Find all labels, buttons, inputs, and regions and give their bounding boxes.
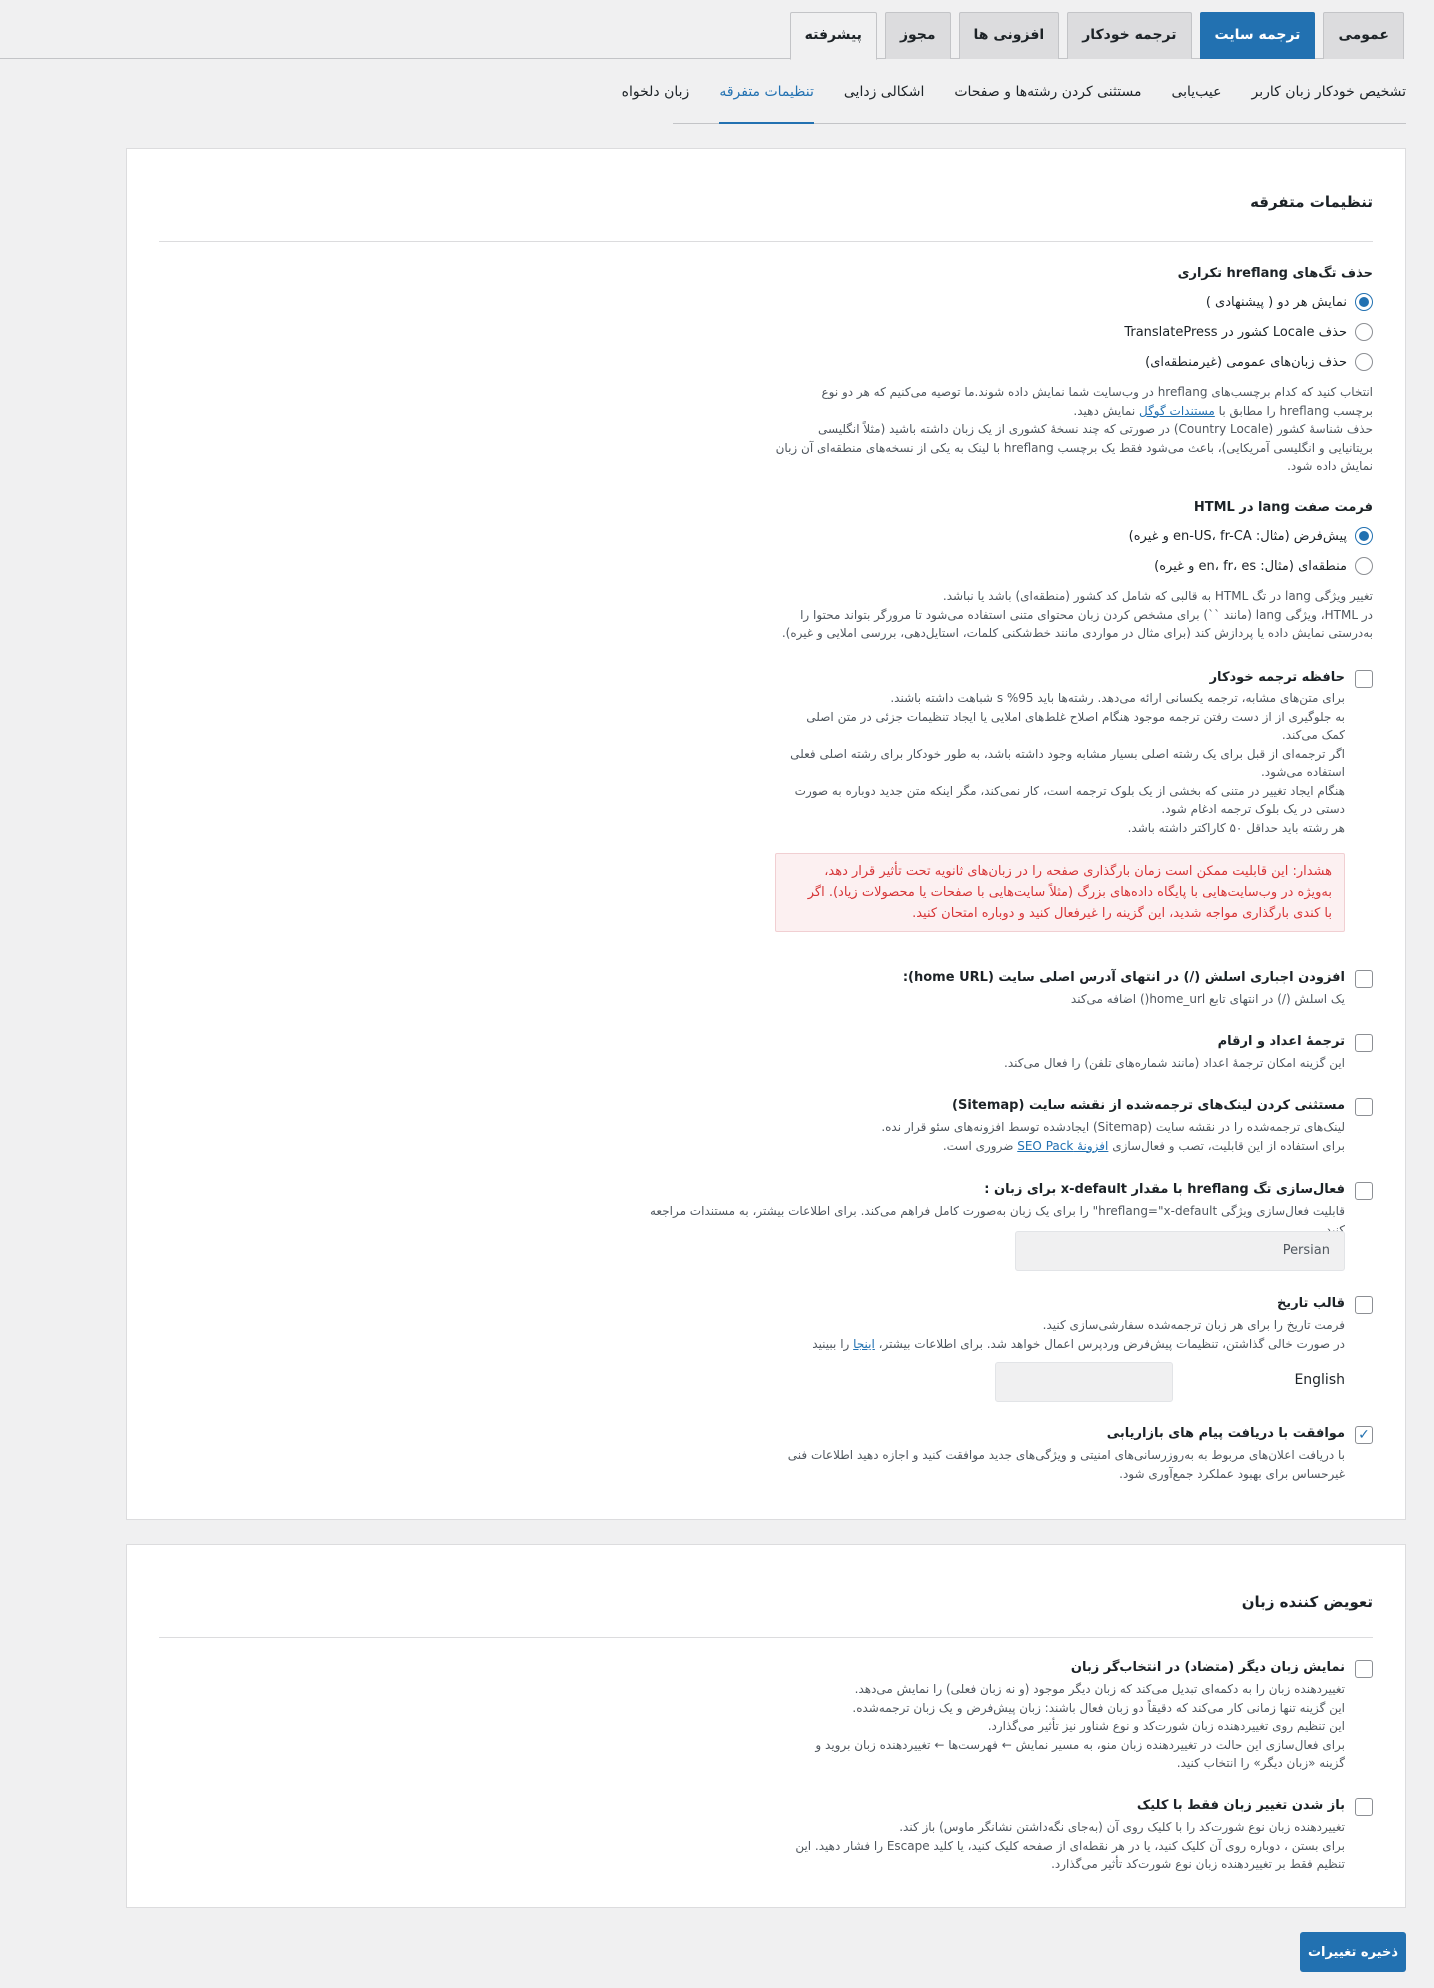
lang-attr-section: فرمت صفت lang در HTML پیش‌فرض (مثال: en-… <box>473 499 1373 643</box>
tab-license[interactable]: مجوز <box>884 12 951 59</box>
marketing-description: با دریافت اعلان‌های مربوط به به‌روزرسانی… <box>787 1448 1345 1481</box>
translation-memory-section: حافظه ترجمه خودکار برای متن‌های مشابه، ت… <box>473 669 1373 837</box>
x-default-checkbox[interactable] <box>1355 1182 1373 1200</box>
subtab-misc[interactable]: تنظیمات متفرقه <box>719 72 814 124</box>
date-format-language: English <box>1294 1372 1345 1388</box>
click-to-open-description: تغییردهنده زبان نوع شورت‌کد را با کلیک ر… <box>795 1820 1345 1871</box>
divider <box>159 241 1373 242</box>
language-switcher-title: تعویض کننده زبان <box>1241 1593 1373 1611</box>
translation-memory-description: برای متن‌های مشابه، ترجمه یکسانی ارائه م… <box>790 691 1345 835</box>
date-format-description: فرمت تاریخ را برای هر زبان ترجمه‌شده سفا… <box>812 1318 1345 1351</box>
sitemap-description: لینک‌های ترجمه‌شده را در نقشه سایت (Site… <box>881 1120 1345 1153</box>
hreflang-section: حذف تگ‌های hreflang تکراری نمایش هر دو (… <box>473 265 1373 476</box>
lang-attr-label: فرمت صفت lang در HTML <box>1193 500 1373 515</box>
radio-selected-icon[interactable] <box>1355 293 1373 311</box>
opposite-language-section: نمایش زبان دیگر (متضاد) در انتخاب‌گر زبا… <box>473 1659 1373 1773</box>
tab-auto-translation[interactable]: ترجمه خودکار <box>1067 12 1192 59</box>
trailing-slash-description: یک اسلش (/) در انتهای تابع home_url() اض… <box>1070 992 1345 1006</box>
translate-numbers-description: این گزینه امکان ترجمهٔ اعداد (مانند شمار… <box>1004 1056 1345 1070</box>
tab-general[interactable]: عمومی <box>1323 12 1404 59</box>
date-format-help-link[interactable]: اینجا <box>853 1337 875 1351</box>
google-docs-link[interactable]: مستندات گوگل <box>1139 404 1215 418</box>
subtab-troubleshooting[interactable]: عیب‌یابی <box>1171 72 1221 124</box>
save-changes-button[interactable]: ذخیره تغییرات <box>1300 1932 1406 1972</box>
opposite-language-checkbox[interactable] <box>1355 1660 1373 1678</box>
tab-addons[interactable]: افزونی ها <box>958 12 1060 59</box>
x-default-language-select[interactable]: Persian <box>1015 1231 1345 1271</box>
seo-pack-link[interactable]: افزونهٔ SEO Pack <box>1017 1139 1108 1153</box>
radio-icon[interactable] <box>1355 353 1373 371</box>
sitemap-checkbox[interactable] <box>1355 1098 1373 1116</box>
opposite-language-label: نمایش زبان دیگر (متضاد) در انتخاب‌گر زبا… <box>1070 1660 1345 1675</box>
misc-settings-title: تنظیمات متفرقه <box>1250 193 1373 211</box>
date-format-section: قالب تاریخ فرمت تاریخ را برای هر زبان تر… <box>473 1295 1373 1353</box>
date-format-label: قالب تاریخ <box>1276 1296 1345 1311</box>
translate-numbers-label: ترجمهٔ اعداد و ارقام <box>1217 1034 1345 1049</box>
subtab-debug[interactable]: اشکالی زدایی <box>844 72 924 124</box>
lang-attr-description: تغییر ویژگی lang در تگ HTML به قالبی که … <box>781 589 1373 640</box>
tab-site-translation[interactable]: ترجمه سایت <box>1199 12 1316 59</box>
performance-warning: هشدار: این قابلیت ممکن است زمان بارگذاری… <box>775 853 1345 932</box>
marketing-section: ✓ موافقت با دریافت پیام های بازاریابی با… <box>473 1425 1373 1483</box>
lang-attr-option-regional[interactable]: منطقه‌ای (مثال: en، fr، es و غیره) <box>473 551 1373 581</box>
main-tabs: عمومی ترجمه سایت ترجمه خودکار افزونی ها … <box>0 12 1404 60</box>
translation-memory-label: حافظه ترجمه خودکار <box>1209 670 1345 685</box>
translation-memory-checkbox[interactable] <box>1355 670 1373 688</box>
radio-icon[interactable] <box>1355 557 1373 575</box>
language-switcher-card: تعویض کننده زبان نمایش زبان دیگر (متضاد)… <box>126 1544 1406 1908</box>
marketing-label: موافقت با دریافت پیام های بازاریابی <box>1106 1426 1345 1441</box>
trailing-slash-section: افزودن اجباری اسلش (/) در انتهای آدرس اص… <box>473 969 1373 1009</box>
tab-advanced[interactable]: پیشرفته <box>789 12 877 60</box>
hreflang-label: حذف تگ‌های hreflang تکراری <box>1177 266 1373 281</box>
subtab-auto-detect[interactable]: تشخیص خودکار زبان کاربر <box>1252 72 1406 124</box>
date-format-input[interactable] <box>995 1362 1173 1402</box>
hreflang-option-remove-locale[interactable]: حذف Locale کشور در TranslatePress <box>473 317 1373 347</box>
sitemap-label: مستثنی کردن لینک‌های ترجمه‌شده از نقشه س… <box>952 1098 1345 1113</box>
marketing-checkbox[interactable]: ✓ <box>1355 1426 1373 1444</box>
radio-selected-icon[interactable] <box>1355 527 1373 545</box>
hreflang-option-both[interactable]: نمایش هر دو ( پیشنهادی ) <box>473 287 1373 317</box>
translate-numbers-checkbox[interactable] <box>1355 1034 1373 1052</box>
click-to-open-label: باز شدن تغییر زبان فقط با کلیک <box>1136 1798 1345 1813</box>
misc-settings-card: تنظیمات متفرقه حذف تگ‌های hreflang تکرار… <box>126 148 1406 1520</box>
hreflang-option-remove-generic[interactable]: حذف زبان‌های عمومی (غیرمنطقه‌ای) <box>473 347 1373 377</box>
subtab-custom-language[interactable]: زبان دلخواه <box>622 72 690 124</box>
hreflang-description: انتخاب کنید که کدام برچسب‌های hreflang د… <box>775 385 1373 473</box>
click-to-open-section: باز شدن تغییر زبان فقط با کلیک تغییردهند… <box>473 1797 1373 1874</box>
date-format-checkbox[interactable] <box>1355 1296 1373 1314</box>
x-default-label: فعال‌سازی تگ hreflang با مقدار x-default… <box>984 1182 1345 1197</box>
trailing-slash-label: افزودن اجباری اسلش (/) در انتهای آدرس اص… <box>902 970 1345 985</box>
sitemap-section: مستثنی کردن لینک‌های ترجمه‌شده از نقشه س… <box>473 1097 1373 1155</box>
subtab-exclude-strings[interactable]: مستثنی کردن رشته‌ها و صفحات <box>954 72 1141 124</box>
click-to-open-checkbox[interactable] <box>1355 1798 1373 1816</box>
opposite-language-description: تغییردهنده زبان را به دکمه‌ای تبدیل می‌ک… <box>815 1682 1345 1770</box>
lang-attr-option-default[interactable]: پیش‌فرض (مثال: en-US، fr-CA و غیره) <box>473 521 1373 551</box>
trailing-slash-checkbox[interactable] <box>1355 970 1373 988</box>
divider <box>159 1637 1373 1638</box>
translate-numbers-section: ترجمهٔ اعداد و ارقام این گزینه امکان ترج… <box>473 1033 1373 1073</box>
sub-tabs: تشخیص خودکار زبان کاربر عیب‌یابی مستثنی … <box>622 72 1406 124</box>
radio-icon[interactable] <box>1355 323 1373 341</box>
